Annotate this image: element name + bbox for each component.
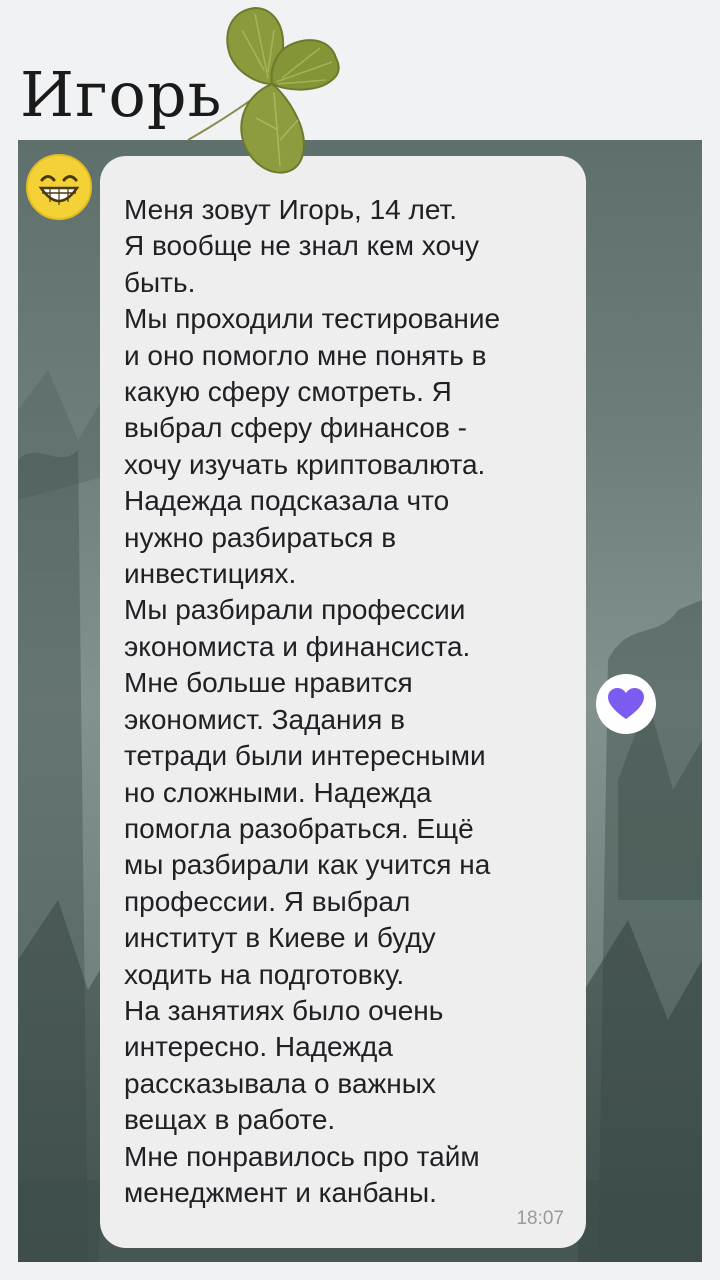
message-line: На занятиях было очень xyxy=(124,994,444,1026)
message-line: тетради были интересными xyxy=(124,740,486,772)
message-line: инвестициях. xyxy=(124,558,297,590)
message-line: Мне понравилось про тайм xyxy=(124,1140,480,1172)
chat-background: Меня зовут Игорь, 14 лет. Я вообще не зн… xyxy=(18,140,702,1262)
message-line: и оно помогло мне понять в xyxy=(124,339,487,371)
message-line: Меня зовут Игорь, 14 лет. xyxy=(124,194,457,225)
message-timestamp: 18:07 xyxy=(516,1208,564,1229)
message-line: Мы проходили тестирование xyxy=(124,303,501,335)
message-line: Я вообще не знал кем хочу xyxy=(124,230,480,262)
message-line: Мне больше нравится xyxy=(124,667,413,699)
message-line: мы разбирали как учится на xyxy=(124,849,491,881)
message-line: вещах в работе. xyxy=(124,1104,336,1136)
message-line: Надежда подсказала что xyxy=(124,485,450,517)
message-line: экономиста и финансиста. xyxy=(124,630,471,662)
message-line: но сложными. Надежда xyxy=(124,776,432,808)
message-line: ходить на подготовку. xyxy=(124,958,405,990)
message-line: интересно. Надежда xyxy=(124,1031,393,1063)
message-line: институт в Киеве и буду xyxy=(124,922,436,954)
message-line: выбрал сферу финансов - xyxy=(124,412,467,444)
message-line: рассказывала о важных xyxy=(124,1067,436,1099)
grinning-face-icon xyxy=(30,158,88,216)
message-line: хочу изучать криптовалюта. xyxy=(124,448,486,480)
message-line: помогла разобраться. Ещё xyxy=(124,812,474,844)
reaction-button[interactable] xyxy=(596,674,656,734)
message-line: какую сферу смотреть. Я xyxy=(124,376,452,408)
purple-heart-icon xyxy=(608,688,644,719)
message-line: экономист. Задания в xyxy=(124,703,405,735)
leaf-decoration-icon xyxy=(187,6,340,174)
avatar[interactable] xyxy=(26,154,92,220)
message-text: Меня зовут Игорь, 14 лет. Я вообще не зн… xyxy=(124,192,560,1211)
message-line: быть. xyxy=(124,266,196,298)
message-line: Мы разбирали профессии xyxy=(124,594,466,626)
message-line: нужно разбираться в xyxy=(124,521,397,553)
message-line: профессии. Я выбрал xyxy=(124,885,411,917)
message-bubble[interactable]: Меня зовут Игорь, 14 лет. Я вообще не зн… xyxy=(100,156,586,1248)
message-line: менеджмент и канбаны. xyxy=(124,1176,437,1208)
